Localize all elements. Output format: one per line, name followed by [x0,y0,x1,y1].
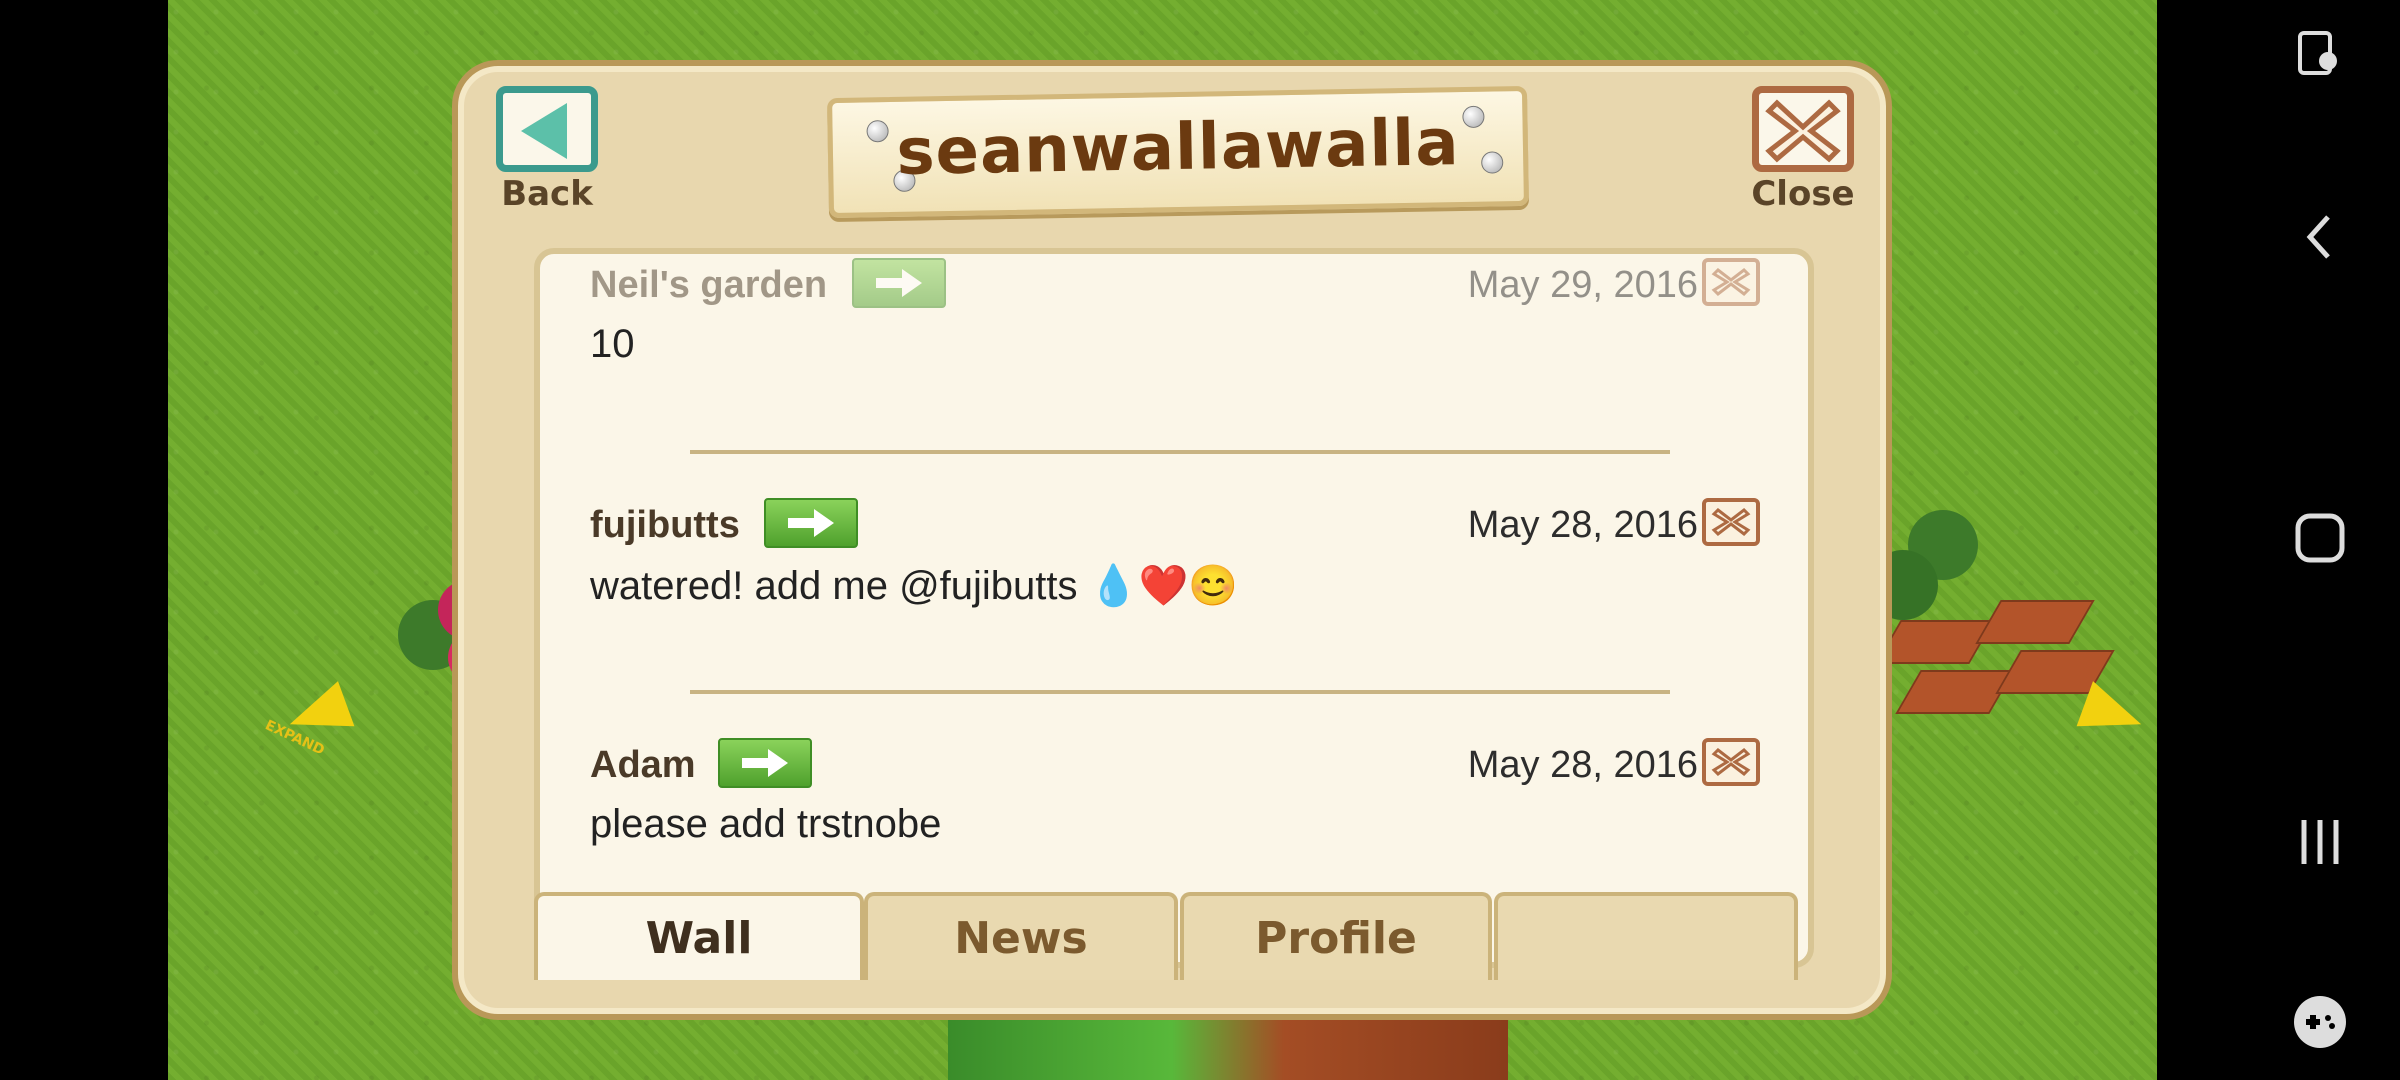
wall-feed[interactable]: Neil's garden May 29, 2016 10 fujibutts … [534,248,1814,968]
tab-profile[interactable]: Profile [1180,892,1492,980]
post-date: May 28, 2016 [1467,744,1698,786]
close-x-icon [1711,748,1751,776]
back-nav-icon[interactable] [2290,207,2350,267]
title-plank: seanwallawalla [827,85,1529,219]
arrow-right-icon [788,509,834,537]
post-divider [690,690,1670,694]
visit-garden-button[interactable] [718,738,812,788]
post-divider [690,450,1670,454]
delete-post-button[interactable] [1702,258,1760,306]
back-button[interactable] [496,86,598,172]
post-author[interactable]: fujibutts [590,504,740,547]
game-tools-icon[interactable] [2290,992,2350,1052]
close-button[interactable] [1752,86,1854,172]
close-x-icon [1765,99,1841,163]
post-author[interactable]: Adam [590,744,696,787]
post-text: 10 [590,322,635,366]
arrow-right-icon [742,749,788,777]
visit-garden-button[interactable] [764,498,858,548]
arrow-right-icon [876,269,922,297]
back-label: Back [501,174,593,214]
delete-post-button[interactable] [1702,498,1760,546]
close-x-icon [1711,508,1751,536]
post-text: please add trstnobe [590,802,942,846]
farm-bottom-area [948,1015,1508,1080]
tab-bar: Wall News Profile [534,892,1814,982]
post-date: May 29, 2016 [1467,264,1698,306]
back-arrow-icon [521,103,567,159]
post-date: May 28, 2016 [1467,504,1698,546]
screen-touch-icon[interactable] [2290,25,2350,85]
friend-wall-dialog: Back Close seanwallawalla Neil's garden … [452,60,1892,1020]
delete-post-button[interactable] [1702,738,1760,786]
farm-right-area [1868,510,2157,810]
visit-garden-button[interactable] [852,258,946,308]
close-label: Close [1751,174,1855,214]
system-nav-bar [2157,0,2400,1080]
close-x-icon [1711,268,1751,296]
recent-apps-icon[interactable] [2290,812,2350,872]
tab-wall[interactable]: Wall [534,892,864,980]
post-text: watered! add me @fujibutts 💧❤️😊 [590,564,1239,608]
tab-empty[interactable] [1494,892,1798,980]
home-nav-icon[interactable] [2290,508,2350,568]
tab-news[interactable]: News [864,892,1178,980]
dialog-title: seanwallawalla [895,106,1461,190]
post-author[interactable]: Neil's garden [590,264,827,307]
